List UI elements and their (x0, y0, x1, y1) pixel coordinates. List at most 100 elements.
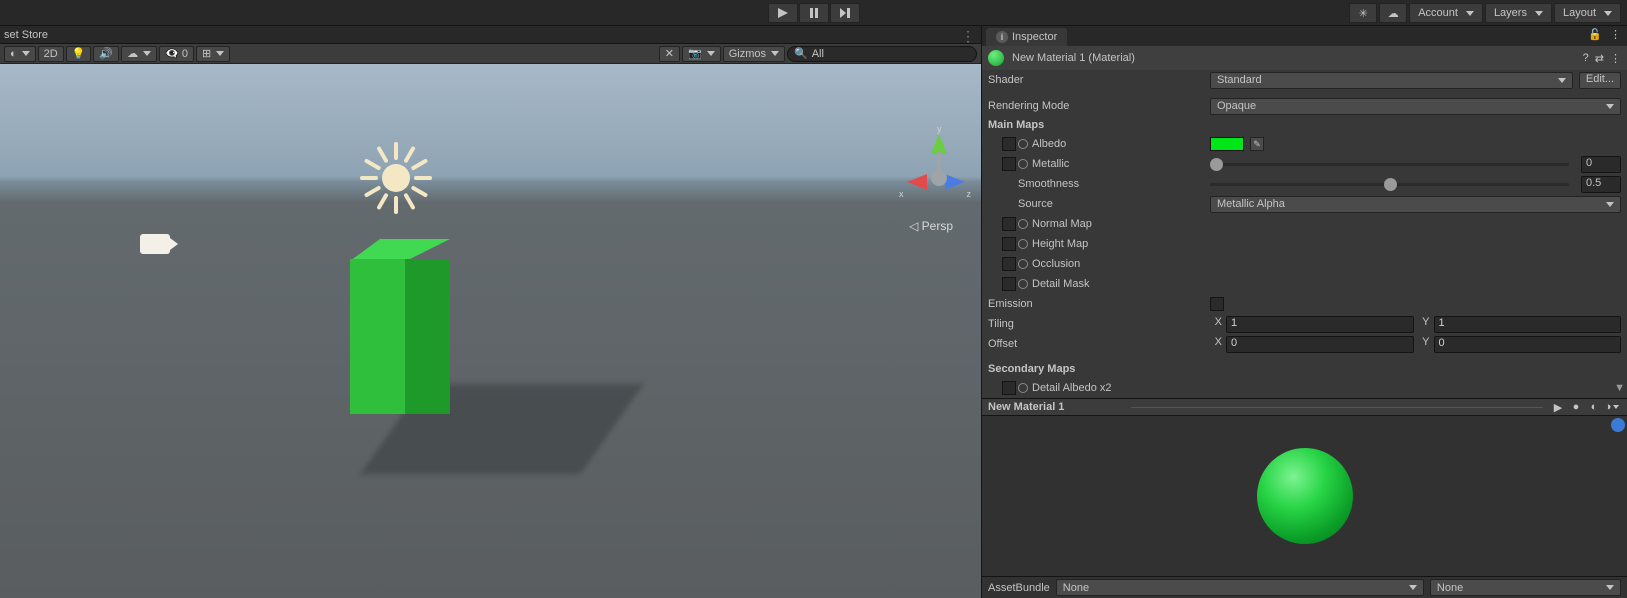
offset-row: Offset X 0 Y 0 (982, 334, 1627, 354)
2d-toggle[interactable]: 2D (38, 46, 64, 62)
detail-albedo-row: Detail Albedo x2 ▼ (982, 378, 1627, 398)
preset-icon[interactable]: ⇄ (1595, 52, 1604, 65)
emission-label: Emission (988, 298, 1204, 310)
inspector-tab[interactable]: i Inspector (986, 28, 1067, 46)
albedo-row: Albedo ✎ (982, 134, 1627, 154)
occlusion-picker-icon[interactable] (1018, 259, 1028, 269)
asset-store-label: set Store (4, 29, 48, 41)
audio-toggle[interactable]: 🔊 (93, 46, 119, 62)
directional-light-gizmo[interactable] (360, 142, 432, 214)
play-button[interactable] (768, 3, 798, 23)
main-maps-heading: Main Maps (982, 116, 1627, 134)
height-texture-slot[interactable] (1002, 237, 1016, 251)
detail-albedo-picker-icon[interactable] (1018, 383, 1028, 393)
play-controls (768, 3, 860, 23)
material-preview[interactable] (982, 416, 1627, 576)
source-dropdown[interactable]: Metallic Alpha (1210, 196, 1621, 213)
material-preview-icon (988, 50, 1004, 66)
normal-texture-slot[interactable] (1002, 217, 1016, 231)
detail-mask-label: Detail Mask (1032, 278, 1089, 290)
metallic-texture-slot[interactable] (1002, 157, 1016, 171)
collab-icon[interactable]: ✳ (1349, 3, 1377, 23)
offset-x-field[interactable]: 0 (1226, 336, 1414, 353)
shader-dropdown[interactable]: Standard (1210, 72, 1573, 89)
albedo-label: Albedo (1032, 138, 1066, 150)
green-cube[interactable] (350, 239, 450, 414)
camera-gizmo[interactable] (140, 234, 170, 254)
layers-dropdown[interactable]: Layers (1485, 3, 1552, 23)
preview-tag-icon[interactable] (1611, 418, 1625, 432)
preview-play-icon[interactable]: ▶ (1549, 400, 1567, 414)
metallic-row: Metallic 0 (982, 154, 1627, 174)
layout-dropdown[interactable]: Layout (1554, 3, 1621, 23)
albedo-picker-icon[interactable] (1018, 139, 1028, 149)
source-label: Source (988, 198, 1204, 210)
fx-dropdown[interactable]: ☁ (121, 46, 157, 62)
albedo-color-swatch[interactable] (1210, 137, 1244, 151)
tools-icon[interactable]: ✕ (659, 46, 680, 62)
preview-sphere-icon[interactable]: ● (1567, 400, 1585, 414)
shading-mode-dropdown[interactable]: ◐ (4, 46, 36, 62)
tab-menu-icon[interactable]: ⋮ (961, 28, 975, 45)
smoothness-value[interactable]: 0.5 (1581, 176, 1621, 193)
scroll-down-icon[interactable]: ▼ (1614, 382, 1625, 394)
step-button[interactable] (830, 3, 860, 23)
preview-header: New Material 1 ▶ ● ◐ ◑ (982, 398, 1627, 416)
smoothness-slider[interactable] (1210, 176, 1569, 193)
height-picker-icon[interactable] (1018, 239, 1028, 249)
grid-dropdown[interactable]: ⊞ (196, 46, 230, 62)
metallic-picker-icon[interactable] (1018, 159, 1028, 169)
help-icon[interactable]: ? (1583, 52, 1589, 65)
preview-env-icon[interactable]: ◑ (1603, 400, 1621, 414)
lock-icon[interactable]: 🔓 (1588, 28, 1602, 41)
rendering-mode-row: Rendering Mode Opaque (982, 96, 1627, 116)
asset-store-tab[interactable]: set Store ⋮ (0, 26, 981, 44)
assetbundle-dropdown[interactable]: None (1056, 579, 1424, 596)
normal-map-label: Normal Map (1032, 218, 1092, 230)
assetbundle-row: AssetBundle None None (982, 576, 1627, 598)
shader-label: Shader (988, 74, 1204, 86)
scene-viewport[interactable]: Persp y x z (0, 64, 981, 598)
lighting-toggle[interactable]: 💡 (66, 46, 92, 62)
material-title: New Material 1 (Material) (1012, 52, 1575, 64)
camera-settings-dropdown[interactable]: 📷 (682, 46, 721, 62)
tiling-x-field[interactable]: 1 (1226, 316, 1414, 333)
emission-checkbox[interactable] (1210, 297, 1224, 311)
metallic-value[interactable]: 0 (1581, 156, 1621, 173)
header-menu-icon[interactable]: ⋮ (1610, 52, 1621, 65)
panel-menu-icon[interactable]: ⋮ (1610, 28, 1621, 41)
toolbar-right: ✳ ☁ Account Layers Layout (1349, 0, 1621, 26)
hidden-objects[interactable]: 👁‍🗨0 (159, 46, 194, 62)
offset-y-field[interactable]: 0 (1434, 336, 1622, 353)
detailmask-picker-icon[interactable] (1018, 279, 1028, 289)
preview-light-icon[interactable]: ◐ (1585, 400, 1603, 414)
scene-toolbar: ◐ 2D 💡 🔊 ☁ 👁‍🗨0 ⊞ ✕ 📷 Gizmos 🔍All (0, 44, 981, 64)
detailmask-texture-slot[interactable] (1002, 277, 1016, 291)
cloud-icon[interactable]: ☁ (1379, 3, 1407, 23)
rendering-mode-dropdown[interactable]: Opaque (1210, 98, 1621, 115)
perspective-label[interactable]: Persp (909, 219, 953, 233)
occlusion-texture-slot[interactable] (1002, 257, 1016, 271)
normal-picker-icon[interactable] (1018, 219, 1028, 229)
orientation-gizmo[interactable]: y x z (903, 134, 963, 204)
rendering-mode-label: Rendering Mode (988, 100, 1204, 112)
account-dropdown[interactable]: Account (1409, 3, 1483, 23)
normal-map-row: Normal Map (982, 214, 1627, 234)
eyedropper-icon[interactable]: ✎ (1250, 137, 1264, 151)
detail-mask-row: Detail Mask (982, 274, 1627, 294)
pause-button[interactable] (799, 3, 829, 23)
offset-x-label: X (1210, 336, 1222, 353)
account-label: Account (1418, 7, 1458, 19)
occlusion-row: Occlusion (982, 254, 1627, 274)
search-icon: 🔍 (794, 47, 808, 60)
metallic-slider[interactable] (1210, 156, 1569, 173)
layers-label: Layers (1494, 7, 1527, 19)
assetbundle-variant-dropdown[interactable]: None (1430, 579, 1621, 596)
albedo-texture-slot[interactable] (1002, 137, 1016, 151)
inspector-panel: i Inspector 🔓 ⋮ New Material 1 (Material)… (981, 26, 1627, 598)
scene-search[interactable]: 🔍All (787, 46, 977, 62)
edit-shader-button[interactable]: Edit... (1579, 72, 1621, 89)
tiling-y-field[interactable]: 1 (1434, 316, 1622, 333)
detail-albedo-texture-slot[interactable] (1002, 381, 1016, 395)
gizmos-dropdown[interactable]: Gizmos (723, 46, 785, 62)
